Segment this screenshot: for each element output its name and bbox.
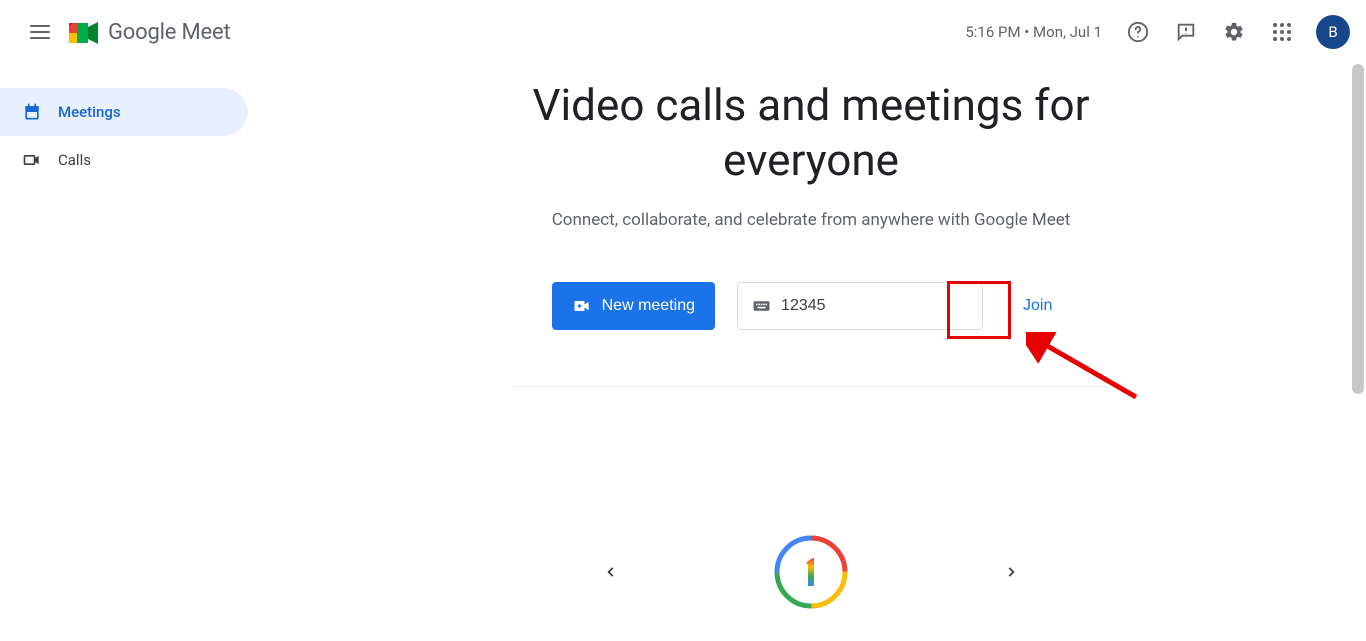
sidebar-item-label: Calls <box>58 151 91 169</box>
meeting-code-input[interactable] <box>781 297 968 315</box>
sidebar: Meetings Calls <box>0 64 256 641</box>
annotation-arrow <box>1026 332 1146 412</box>
page-subtitle: Connect, collaborate, and celebrate from… <box>256 210 1366 230</box>
sidebar-item-calls[interactable]: Calls <box>0 136 248 184</box>
carousel-next-button[interactable] <box>991 552 1031 592</box>
google-one-promo-icon <box>774 535 848 609</box>
settings-button[interactable] <box>1214 12 1254 52</box>
brand-text: Google Meet <box>108 20 230 45</box>
header-datetime: 5:16 PM • Mon, Jul 1 <box>965 23 1102 41</box>
hamburger-icon <box>30 25 50 39</box>
main-content: Video calls and meetings for everyone Co… <box>256 64 1366 641</box>
video-icon <box>22 150 42 170</box>
meet-logo-icon <box>68 19 100 45</box>
app-logo[interactable]: Google Meet <box>68 19 230 45</box>
apps-grid-icon <box>1273 23 1291 41</box>
section-divider <box>513 386 1109 387</box>
join-button[interactable]: Join <box>1005 282 1070 330</box>
keyboard-icon <box>752 295 771 317</box>
avatar-initial: B <box>1328 23 1337 41</box>
vertical-scrollbar[interactable] <box>1352 64 1364 394</box>
top-header: Google Meet 5:16 PM • Mon, Jul 1 <box>0 0 1366 64</box>
sidebar-item-meetings[interactable]: Meetings <box>0 88 248 136</box>
meeting-code-input-wrap[interactable] <box>737 282 983 330</box>
video-add-icon <box>572 296 592 316</box>
gear-icon <box>1223 21 1245 43</box>
new-meeting-button[interactable]: New meeting <box>552 282 715 330</box>
action-row: New meeting Join <box>256 282 1366 330</box>
promo-carousel <box>256 535 1366 609</box>
page-layout: Meetings Calls Video calls and meetings … <box>0 64 1366 641</box>
account-avatar[interactable]: B <box>1316 15 1350 49</box>
page-title: Video calls and meetings for everyone <box>461 78 1161 188</box>
google-apps-button[interactable] <box>1262 12 1302 52</box>
carousel-prev-button[interactable] <box>591 552 631 592</box>
feedback-button[interactable] <box>1166 12 1206 52</box>
chevron-right-icon <box>1004 565 1018 579</box>
help-button[interactable] <box>1118 12 1158 52</box>
new-meeting-label: New meeting <box>602 297 695 315</box>
chevron-left-icon <box>604 565 618 579</box>
main-menu-button[interactable] <box>16 8 64 56</box>
sidebar-item-label: Meetings <box>58 103 121 121</box>
join-label: Join <box>1023 297 1052 315</box>
calendar-icon <box>22 102 42 122</box>
help-icon <box>1127 21 1149 43</box>
feedback-icon <box>1175 21 1197 43</box>
header-right: 5:16 PM • Mon, Jul 1 <box>965 12 1350 52</box>
